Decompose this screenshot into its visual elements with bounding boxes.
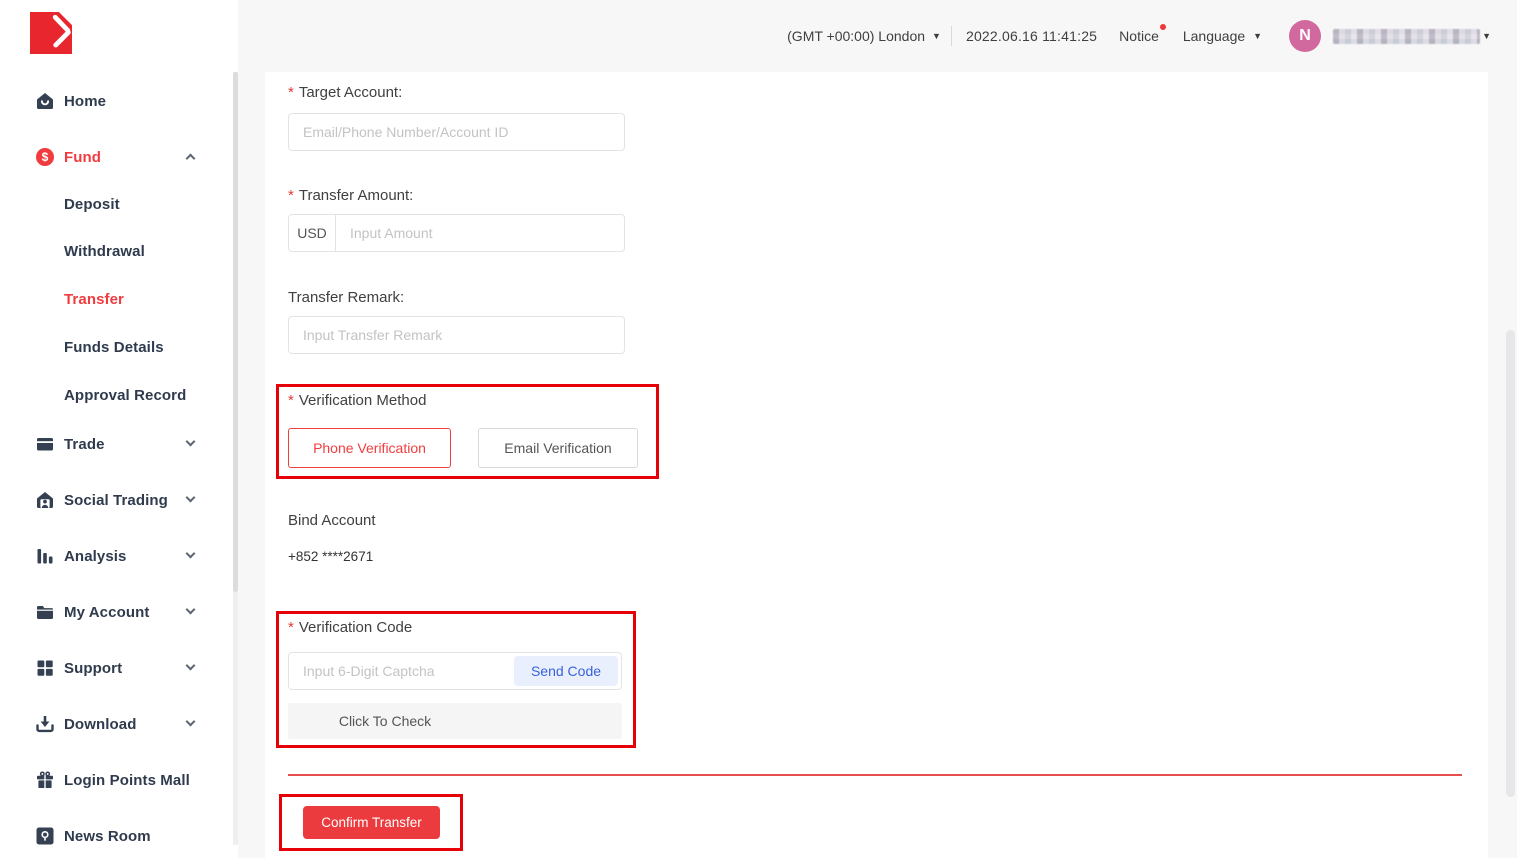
chevron-down-icon: ▼: [1253, 32, 1262, 41]
verification-code-field: Send Code: [288, 652, 622, 690]
bind-account-value: +852 ****2671: [288, 549, 373, 564]
notice-label: Notice: [1119, 28, 1159, 44]
topbar: (GMT +00:00) London ▼ 2022.06.16 11:41:2…: [238, 0, 1517, 72]
verification-code-input[interactable]: [289, 653, 515, 689]
sidebar-item-deposit[interactable]: Deposit: [36, 192, 198, 216]
topbar-divider: [951, 26, 952, 46]
transfer-amount-input[interactable]: [336, 215, 624, 251]
currency-prefix: USD: [289, 215, 336, 251]
sidebar-item-home[interactable]: Home: [36, 89, 198, 113]
sidebar-scrollbar[interactable]: [233, 72, 238, 845]
transfer-remark-label: Transfer Remark:: [288, 289, 404, 306]
sidebar-item-login-points-mall[interactable]: Login Points Mall: [36, 768, 198, 792]
captcha-check-bar[interactable]: Click To Check: [288, 703, 622, 739]
notice-unread-dot-icon: [1160, 24, 1166, 30]
sidebar-item-transfer[interactable]: Transfer: [36, 287, 198, 311]
phone-verification-button[interactable]: Phone Verification: [288, 428, 451, 468]
main-region: (GMT +00:00) London ▼ 2022.06.16 11:41:2…: [238, 0, 1517, 858]
pin-icon: [36, 827, 54, 845]
sidebar-item-approval-record[interactable]: Approval Record: [36, 383, 198, 407]
grid-icon: [36, 659, 54, 677]
verification-method-label: *Verification Method: [288, 392, 426, 409]
chevron-down-icon: [186, 661, 196, 671]
wallet-icon: [36, 435, 54, 453]
sidebar-item-news-room[interactable]: News Room: [36, 824, 198, 848]
sidebar-item-trade[interactable]: Trade: [36, 432, 198, 456]
sidebar: Home $ Fund Deposit Withdrawal Transfer …: [0, 0, 233, 858]
sidebar-item-download[interactable]: Download: [36, 712, 198, 736]
language-selector[interactable]: Language ▼: [1183, 28, 1262, 44]
chevron-down-icon: ▼: [932, 32, 941, 41]
chevron-down-icon: [186, 437, 196, 447]
home-icon: [36, 92, 54, 110]
chevron-down-icon: [186, 549, 196, 559]
sidebar-item-analysis[interactable]: Analysis: [36, 544, 198, 568]
required-asterisk: *: [288, 392, 294, 409]
chevron-down-icon: [186, 717, 196, 727]
gift-icon: [36, 771, 54, 789]
datetime-display: 2022.06.16 11:41:25: [966, 28, 1097, 44]
brand-logo[interactable]: [30, 12, 72, 54]
sidebar-item-support[interactable]: Support: [36, 656, 198, 680]
bar-chart-icon: [36, 547, 54, 565]
folder-icon: [36, 603, 54, 621]
page-scrollbar[interactable]: [1506, 330, 1515, 797]
section-divider: [288, 774, 1462, 776]
language-label: Language: [1183, 28, 1245, 44]
timezone-label: (GMT +00:00) London: [787, 28, 925, 44]
chevron-down-icon: [186, 493, 196, 503]
timezone-selector[interactable]: (GMT +00:00) London ▼: [787, 28, 941, 44]
username-blurred[interactable]: [1333, 29, 1480, 44]
chevron-down-icon[interactable]: ▼: [1482, 32, 1491, 41]
transfer-remark-input[interactable]: [288, 316, 625, 354]
sidebar-item-my-account[interactable]: My Account: [36, 600, 198, 624]
sidebar-item-funds-details[interactable]: Funds Details: [36, 335, 198, 359]
chevron-up-icon: [186, 154, 196, 164]
required-asterisk: *: [288, 84, 294, 101]
sidebar-scrollbar-thumb[interactable]: [233, 72, 238, 592]
download-icon: [36, 715, 54, 733]
confirm-transfer-button[interactable]: Confirm Transfer: [303, 806, 440, 839]
fund-icon: $: [36, 148, 54, 166]
email-verification-button[interactable]: Email Verification: [478, 428, 638, 468]
target-account-label: *Target Account:: [288, 84, 402, 101]
required-asterisk: *: [288, 619, 294, 636]
house-person-icon: [36, 491, 54, 509]
required-asterisk: *: [288, 187, 294, 204]
send-code-button[interactable]: Send Code: [514, 656, 618, 686]
transfer-form-panel: *Target Account: *Transfer Amount: USD T…: [265, 72, 1488, 858]
sidebar-item-withdrawal[interactable]: Withdrawal: [36, 239, 198, 263]
verification-code-label: *Verification Code: [288, 619, 412, 636]
chevron-down-icon: [186, 605, 196, 615]
target-account-input[interactable]: [288, 113, 625, 151]
notice-button[interactable]: Notice: [1119, 28, 1159, 44]
transfer-amount-label: *Transfer Amount:: [288, 187, 413, 204]
transfer-amount-field: USD: [288, 214, 625, 252]
avatar[interactable]: N: [1289, 20, 1321, 52]
sidebar-item-social-trading[interactable]: Social Trading: [36, 488, 198, 512]
sidebar-item-fund[interactable]: $ Fund: [36, 145, 198, 169]
bind-account-label: Bind Account: [288, 512, 376, 529]
avatar-letter: N: [1299, 27, 1311, 45]
app-root: (GMT +00:00) London ▼ 2022.06.16 11:41:2…: [0, 0, 1517, 858]
